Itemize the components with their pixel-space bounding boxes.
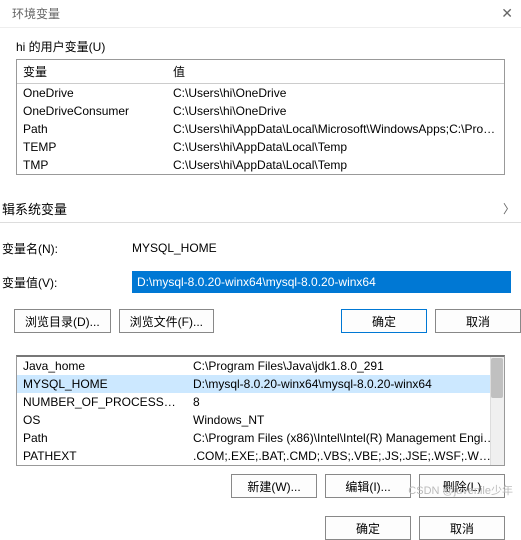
scrollbar-thumb[interactable] bbox=[491, 358, 503, 398]
table-row[interactable]: TEMPC:\Users\hi\AppData\Local\Temp bbox=[17, 138, 504, 156]
table-row[interactable]: OneDriveC:\Users\hi\OneDrive bbox=[17, 84, 504, 103]
var-name-value[interactable]: MYSQL_HOME bbox=[132, 239, 521, 257]
scrollbar[interactable] bbox=[490, 357, 504, 465]
table-row[interactable]: Java_homeC:\Program Files\Java\jdk1.8.0_… bbox=[17, 357, 504, 375]
system-vars-table[interactable]: Java_homeC:\Program Files\Java\jdk1.8.0_… bbox=[16, 355, 505, 466]
user-vars-table[interactable]: 变量 值 OneDriveC:\Users\hi\OneDriveOneDriv… bbox=[16, 59, 505, 175]
dialog-ok-button[interactable]: 确定 bbox=[325, 516, 411, 540]
table-row[interactable]: PathC:\Users\hi\AppData\Local\Microsoft\… bbox=[17, 120, 504, 138]
titlebar: 环境变量 ✕ bbox=[0, 0, 521, 28]
sys-edit-button[interactable]: 编辑(I)... bbox=[325, 474, 411, 498]
var-value-label: 变量值(V): bbox=[2, 274, 112, 291]
chevron-right-icon[interactable]: 〉 bbox=[503, 200, 521, 217]
table-row[interactable]: PATHEXT.COM;.EXE;.BAT;.CMD;.VBS;.VBE;.JS… bbox=[17, 447, 504, 465]
var-value-input[interactable] bbox=[132, 271, 511, 293]
cell-value: C:\Users\hi\OneDrive bbox=[167, 84, 504, 103]
user-vars-label: hi 的用户变量(U) bbox=[16, 38, 521, 55]
dialog-cancel-button[interactable]: 取消 bbox=[419, 516, 505, 540]
table-row[interactable]: TMPC:\Users\hi\AppData\Local\Temp bbox=[17, 156, 504, 174]
cell-name: PATHEXT bbox=[17, 447, 187, 465]
col-header-name[interactable]: 变量 bbox=[17, 60, 167, 84]
close-icon[interactable]: ✕ bbox=[501, 5, 513, 22]
cell-name: Path bbox=[17, 429, 187, 447]
cell-name: Path bbox=[17, 120, 167, 138]
cell-value: C:\Program Files\Java\jdk1.8.0_291 bbox=[187, 357, 504, 375]
cell-value: C:\Program Files (x86)\Intel\Intel(R) Ma… bbox=[187, 429, 504, 447]
browse-file-button[interactable]: 浏览文件(F)... bbox=[119, 309, 214, 333]
table-row[interactable]: NUMBER_OF_PROCESSORS8 bbox=[17, 393, 504, 411]
cell-name: TEMP bbox=[17, 138, 167, 156]
browse-dir-button[interactable]: 浏览目录(D)... bbox=[14, 309, 111, 333]
cell-value: C:\Users\hi\AppData\Local\Temp bbox=[167, 138, 504, 156]
table-row[interactable]: MYSQL_HOMED:\mysql-8.0.20-winx64\mysql-8… bbox=[17, 375, 504, 393]
cell-value: C:\Users\hi\OneDrive bbox=[167, 102, 504, 120]
col-header-value[interactable]: 值 bbox=[167, 60, 504, 84]
table-row[interactable]: PathC:\Program Files (x86)\Intel\Intel(R… bbox=[17, 429, 504, 447]
cell-name: Java_home bbox=[17, 357, 187, 375]
table-row[interactable]: OSWindows_NT bbox=[17, 411, 504, 429]
cell-name: TMP bbox=[17, 156, 167, 174]
cell-name: MYSQL_HOME bbox=[17, 375, 187, 393]
edit-dialog-body: 变量名(N): MYSQL_HOME 变量值(V): 浏览目录(D)... 浏览… bbox=[0, 222, 521, 353]
table-row[interactable]: OneDriveConsumerC:\Users\hi\OneDrive bbox=[17, 102, 504, 120]
edit-dialog-title: 辑系统变量 〉 bbox=[0, 193, 521, 222]
cell-name: OneDriveConsumer bbox=[17, 102, 167, 120]
cell-value: D:\mysql-8.0.20-winx64\mysql-8.0.20-winx… bbox=[187, 375, 504, 393]
edit-ok-button[interactable]: 确定 bbox=[341, 309, 427, 333]
cell-value: Windows_NT bbox=[187, 411, 504, 429]
var-name-label: 变量名(N): bbox=[2, 240, 112, 257]
window-title: 环境变量 bbox=[12, 5, 60, 22]
cell-value: .COM;.EXE;.BAT;.CMD;.VBS;.VBE;.JS;.JSE;.… bbox=[187, 447, 504, 465]
sys-new-button[interactable]: 新建(W)... bbox=[231, 474, 317, 498]
watermark: CSDN @juvenile少年 bbox=[408, 482, 513, 498]
cell-name: OneDrive bbox=[17, 84, 167, 103]
cell-value: C:\Users\hi\AppData\Local\Temp bbox=[167, 156, 504, 174]
cell-name: NUMBER_OF_PROCESSORS bbox=[17, 393, 187, 411]
cell-name: OS bbox=[17, 411, 187, 429]
cell-value: C:\Users\hi\AppData\Local\Microsoft\Wind… bbox=[167, 120, 504, 138]
cell-value: 8 bbox=[187, 393, 504, 411]
edit-cancel-button[interactable]: 取消 bbox=[435, 309, 521, 333]
